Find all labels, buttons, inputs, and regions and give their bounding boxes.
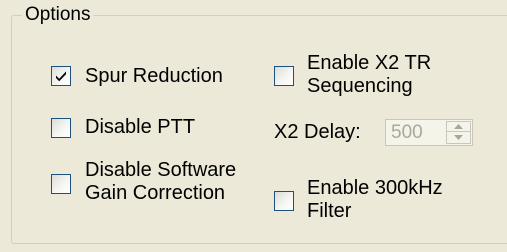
x2-delay-up-button[interactable]: [447, 122, 470, 132]
enable-300khz-label-line2: Filter: [307, 200, 352, 222]
spur-reduction-label[interactable]: Spur Reduction: [85, 64, 223, 88]
enable-300khz-checkbox[interactable]: [274, 191, 294, 211]
disable-software-gain-label[interactable]: Disable Software Gain Correction: [85, 159, 236, 205]
x2-delay-spinbox[interactable]: 500: [385, 119, 473, 146]
enable-x2-tr-checkbox[interactable]: [274, 66, 294, 86]
x2-delay-spin-buttons: [446, 121, 471, 144]
options-group-title: Options: [22, 4, 95, 26]
check-icon: [56, 71, 66, 82]
x2-delay-down-button[interactable]: [447, 133, 470, 143]
disable-software-gain-label-line1: Disable Software: [85, 159, 237, 181]
spur-reduction-checkbox[interactable]: [51, 66, 71, 86]
disable-ptt-checkbox[interactable]: [51, 118, 71, 138]
enable-x2-tr-label[interactable]: Enable X2 TR Sequencing: [307, 52, 431, 98]
enable-300khz-label[interactable]: Enable 300kHz Filter: [307, 177, 443, 223]
enable-300khz-label-line1: Enable 300kHz: [307, 177, 443, 199]
arrow-up-icon: [454, 124, 463, 129]
enable-x2-tr-label-line2: Sequencing: [307, 75, 413, 97]
arrow-down-icon: [454, 135, 463, 140]
x2-delay-label: X2 Delay:: [274, 121, 361, 143]
disable-software-gain-label-line2: Gain Correction: [85, 182, 226, 204]
x2-delay-value[interactable]: 500: [391, 121, 423, 144]
disable-ptt-label[interactable]: Disable PTT: [85, 115, 195, 139]
disable-software-gain-checkbox[interactable]: [51, 174, 71, 194]
enable-x2-tr-label-line1: Enable X2 TR: [307, 52, 432, 74]
